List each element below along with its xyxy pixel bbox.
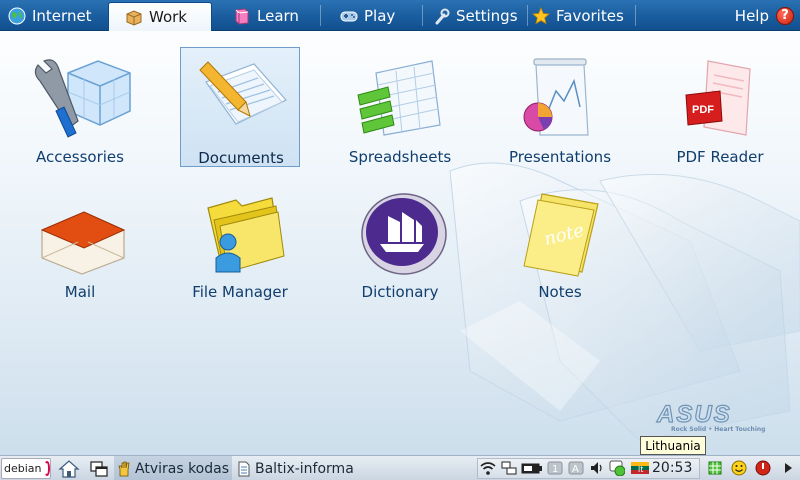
battery-icon[interactable] bbox=[521, 460, 543, 476]
app-pdf-reader[interactable]: PDF PDF Reader bbox=[660, 47, 780, 167]
window-switcher-button[interactable] bbox=[89, 456, 109, 480]
keyboard-icon[interactable]: 1 bbox=[547, 460, 563, 476]
task-atviras-kodas[interactable]: Atviras kodas bbox=[114, 456, 232, 480]
task-baltix-informa[interactable]: Baltix-informa bbox=[234, 456, 354, 480]
taskbar-arrow-icon[interactable] bbox=[780, 460, 796, 476]
hand-icon bbox=[118, 461, 130, 476]
windows-icon bbox=[90, 460, 108, 477]
mail-icon bbox=[40, 211, 126, 275]
caps-lock-icon[interactable]: A bbox=[568, 460, 584, 476]
book-icon bbox=[235, 7, 249, 25]
asus-logo: ASUS Rock Solid • Heart Touching bbox=[655, 400, 765, 436]
clock[interactable]: 20:53 bbox=[652, 460, 692, 476]
tab-learn[interactable]: Learn bbox=[224, 0, 318, 31]
tab-label: Settings bbox=[456, 6, 518, 25]
app-label: Presentations bbox=[508, 148, 612, 166]
tab-play[interactable]: Play bbox=[332, 0, 420, 31]
spreadsheet-tray-icon[interactable] bbox=[707, 460, 723, 476]
app-file-manager[interactable]: File Manager bbox=[180, 182, 300, 302]
volume-icon[interactable] bbox=[589, 460, 605, 476]
asus-tagline: Rock Solid • Heart Touching bbox=[671, 426, 766, 433]
task-label: Atviras kodas bbox=[135, 460, 230, 477]
keyboard-layout-tooltip: Lithuania bbox=[640, 436, 706, 455]
tab-label: Work bbox=[149, 8, 187, 26]
asus-wordmark: ASUS bbox=[655, 400, 732, 428]
tab-separator bbox=[635, 5, 636, 26]
app-label: Notes bbox=[538, 283, 582, 301]
app-label: Mail bbox=[64, 283, 96, 301]
app-dictionary[interactable]: Dictionary bbox=[340, 182, 460, 302]
tab-internet[interactable]: Internet bbox=[0, 0, 106, 31]
file-manager-icon bbox=[207, 197, 285, 273]
debian-label: debian bbox=[4, 462, 42, 475]
debian-start-button[interactable]: debian bbox=[1, 458, 51, 479]
home-icon bbox=[58, 459, 80, 478]
help-label: Help bbox=[734, 6, 769, 25]
app-accessories[interactable]: Accessories bbox=[20, 47, 140, 167]
pdf-reader-icon: PDF bbox=[685, 60, 751, 136]
app-presentations[interactable]: Presentations bbox=[500, 47, 620, 167]
app-label: Dictionary bbox=[361, 283, 439, 301]
home-button[interactable] bbox=[58, 456, 80, 480]
document-icon bbox=[238, 461, 250, 476]
question-icon: ? bbox=[776, 6, 794, 25]
spreadsheets-icon bbox=[357, 60, 441, 136]
tab-label: Learn bbox=[257, 6, 299, 25]
smiley-icon[interactable] bbox=[731, 460, 747, 476]
app-mail[interactable]: Mail bbox=[20, 182, 140, 302]
presentations-icon bbox=[523, 58, 589, 136]
tab-label: Favorites bbox=[556, 6, 624, 25]
app-label: File Manager bbox=[192, 283, 288, 301]
globe-icon bbox=[8, 7, 26, 24]
network-icon[interactable] bbox=[501, 460, 517, 476]
gamepad-icon bbox=[340, 11, 358, 21]
category-tab-bar: Internet Work Learn Play Settings Favori… bbox=[0, 0, 800, 31]
app-label: PDF Reader bbox=[676, 148, 764, 166]
app-notes[interactable]: note Notes bbox=[500, 182, 620, 302]
debian-swirl-icon bbox=[43, 461, 50, 476]
accessories-icon bbox=[34, 59, 131, 138]
tab-separator bbox=[320, 5, 321, 26]
tab-separator bbox=[422, 5, 423, 26]
dictionary-icon bbox=[361, 193, 447, 275]
notification-icon[interactable] bbox=[609, 460, 625, 476]
task-label: Baltix-informa bbox=[255, 460, 354, 477]
tab-label: Play bbox=[364, 6, 396, 25]
app-label: Spreadsheets bbox=[348, 148, 452, 166]
star-icon bbox=[532, 6, 550, 24]
wrench-icon bbox=[435, 8, 450, 24]
help-button[interactable]: Help ? bbox=[735, 0, 794, 31]
keyboard-layout-code: lt bbox=[638, 465, 643, 474]
asus-wordmark-text: ASUS bbox=[656, 401, 732, 428]
tab-label: Internet bbox=[32, 6, 92, 25]
app-label: Documents bbox=[198, 149, 284, 167]
svg-text:1: 1 bbox=[552, 464, 558, 475]
tab-settings[interactable]: Settings bbox=[424, 0, 526, 31]
app-spreadsheets[interactable]: Spreadsheets bbox=[340, 47, 460, 167]
power-icon[interactable] bbox=[755, 460, 771, 476]
app-documents[interactable]: Documents bbox=[180, 47, 300, 167]
documents-icon bbox=[199, 61, 287, 125]
briefcase-icon bbox=[126, 10, 142, 26]
notes-icon: note bbox=[523, 193, 599, 277]
tab-favorites[interactable]: Favorites bbox=[524, 0, 634, 31]
taskbar: debian Atviras kodas Baltix-informa 1 A … bbox=[0, 455, 800, 480]
svg-text:A: A bbox=[572, 464, 579, 475]
wifi-icon[interactable] bbox=[480, 460, 496, 476]
lithuania-flag-icon[interactable]: lt bbox=[630, 460, 650, 476]
pdf-badge-text: PDF bbox=[692, 104, 714, 116]
tab-work[interactable]: Work bbox=[108, 2, 212, 31]
app-label: Accessories bbox=[36, 148, 124, 166]
